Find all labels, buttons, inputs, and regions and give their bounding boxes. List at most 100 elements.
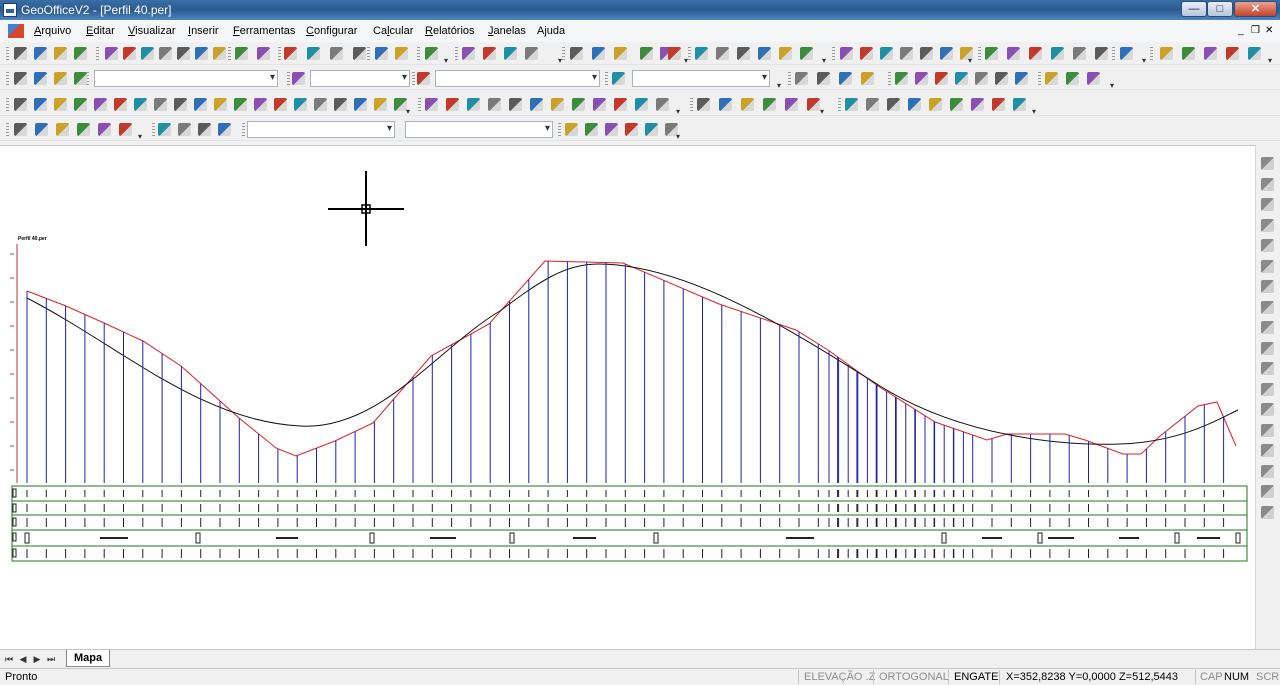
tool-icon[interactable]: [1261, 362, 1274, 375]
toolbar-overflow-icon[interactable]: ▾: [558, 57, 566, 65]
tool-icon[interactable]: [1261, 177, 1274, 191]
tool-icon[interactable]: [34, 72, 47, 85]
linetype-combo[interactable]: [435, 70, 600, 87]
tool-icon[interactable]: [935, 72, 948, 85]
maximize-button[interactable]: □: [1207, 1, 1233, 17]
toolbar-grip[interactable]: [417, 47, 420, 61]
tool-icon[interactable]: [141, 47, 154, 60]
toolbar-grip[interactable]: [1038, 72, 1041, 86]
tool-icon[interactable]: [1261, 218, 1274, 232]
menu-item[interactable]: Relatórios: [425, 25, 475, 37]
tool-icon[interactable]: [74, 72, 87, 85]
tool-icon[interactable]: [1261, 485, 1274, 498]
toolbar-overflow-icon[interactable]: ▾: [676, 133, 684, 141]
tool-icon[interactable]: [54, 47, 67, 60]
tool-icon[interactable]: [213, 47, 226, 60]
lineweight-combo[interactable]: [632, 70, 770, 87]
layer-combo[interactable]: [94, 70, 278, 87]
tool-icon[interactable]: [467, 98, 480, 111]
tool-icon[interactable]: [1261, 382, 1274, 396]
tool-icon[interactable]: [178, 123, 191, 136]
toolbar-grip[interactable]: [412, 72, 415, 86]
tool-icon[interactable]: [1160, 47, 1173, 60]
tool-icon[interactable]: [1261, 505, 1274, 519]
tool-icon[interactable]: [314, 98, 327, 111]
tool-icon[interactable]: [866, 98, 879, 111]
tool-icon[interactable]: [330, 47, 343, 60]
tool-icon[interactable]: [214, 98, 227, 111]
tool-icon[interactable]: [1261, 444, 1274, 457]
tool-icon[interactable]: [975, 72, 988, 85]
tool-icon[interactable]: [593, 98, 606, 111]
tool-icon[interactable]: [635, 98, 648, 111]
tool-icon[interactable]: [1261, 403, 1274, 416]
tool-icon[interactable]: [895, 72, 908, 85]
tool-icon[interactable]: [54, 98, 67, 111]
tool-icon[interactable]: [1015, 72, 1028, 85]
tool-icon[interactable]: [551, 98, 564, 111]
tool-icon[interactable]: [1261, 157, 1274, 170]
toolbar-overflow-icon[interactable]: ▾: [822, 57, 830, 65]
tool-icon[interactable]: [425, 47, 438, 60]
toolbar-grip[interactable]: [96, 47, 99, 61]
toolbar-overflow-icon[interactable]: ▾: [676, 108, 684, 116]
tool-icon[interactable]: [861, 72, 874, 85]
tool-icon[interactable]: [785, 98, 798, 111]
menu-item[interactable]: Ajuda: [537, 25, 565, 37]
toolbar-overflow-icon[interactable]: ▾: [444, 57, 452, 65]
toolbar-overflow-icon[interactable]: ▾: [1032, 108, 1040, 116]
tool-icon[interactable]: [1029, 47, 1042, 60]
tool-icon[interactable]: [900, 47, 913, 60]
tool-icon[interactable]: [860, 47, 873, 60]
tool-icon[interactable]: [56, 123, 69, 136]
toolbar-grip[interactable]: [605, 72, 608, 86]
tool-icon[interactable]: [198, 123, 211, 136]
tool-icon[interactable]: [483, 47, 496, 60]
tool-icon[interactable]: [840, 47, 853, 60]
tool-icon[interactable]: [1261, 464, 1274, 478]
toolbar-grip[interactable]: [788, 72, 791, 86]
tool-icon[interactable]: [74, 47, 87, 60]
menu-item[interactable]: Editar: [86, 25, 115, 37]
tool-icon[interactable]: [807, 98, 820, 111]
tool-icon[interactable]: [119, 123, 132, 136]
tool-icon[interactable]: [737, 47, 750, 60]
tool-icon[interactable]: [971, 98, 984, 111]
menu-item[interactable]: Configurar: [306, 25, 357, 37]
status-engate[interactable]: ENGATE: [954, 671, 998, 683]
tool-icon[interactable]: [719, 98, 732, 111]
toolbar-grip[interactable]: [1150, 47, 1153, 61]
tool-icon[interactable]: [94, 98, 107, 111]
tool-icon[interactable]: [570, 47, 583, 60]
tool-icon[interactable]: [98, 123, 111, 136]
tool-icon[interactable]: [292, 72, 305, 85]
tool-icon[interactable]: [565, 123, 578, 136]
tool-icon[interactable]: [1261, 341, 1274, 355]
tool-icon[interactable]: [940, 47, 953, 60]
tool-icon[interactable]: [839, 72, 852, 85]
text-size-combo[interactable]: [405, 121, 553, 138]
toolbar-grip[interactable]: [152, 123, 155, 137]
tool-icon[interactable]: [74, 98, 87, 111]
tool-icon[interactable]: [1182, 47, 1195, 60]
menu-item[interactable]: Calcular: [373, 25, 413, 37]
tool-icon[interactable]: [955, 72, 968, 85]
toolbar-overflow-icon[interactable]: ▾: [1142, 57, 1150, 65]
tool-icon[interactable]: [134, 98, 147, 111]
menu-item[interactable]: Janelas: [488, 25, 526, 37]
tool-icon[interactable]: [800, 47, 813, 60]
tool-icon[interactable]: [14, 98, 27, 111]
toolbar-grip[interactable]: [558, 123, 561, 137]
tool-icon[interactable]: [488, 98, 501, 111]
tool-icon[interactable]: [880, 47, 893, 60]
tool-icon[interactable]: [817, 72, 830, 85]
tool-icon[interactable]: [417, 72, 430, 85]
tool-icon[interactable]: [1261, 300, 1274, 314]
tool-icon[interactable]: [1120, 47, 1133, 60]
tool-icon[interactable]: [1066, 72, 1079, 85]
toolbar-grip[interactable]: [832, 47, 835, 61]
tool-icon[interactable]: [992, 98, 1005, 111]
tool-icon[interactable]: [14, 123, 27, 136]
toolbar-overflow-icon[interactable]: ▾: [684, 57, 692, 65]
tool-icon[interactable]: [1087, 72, 1100, 85]
